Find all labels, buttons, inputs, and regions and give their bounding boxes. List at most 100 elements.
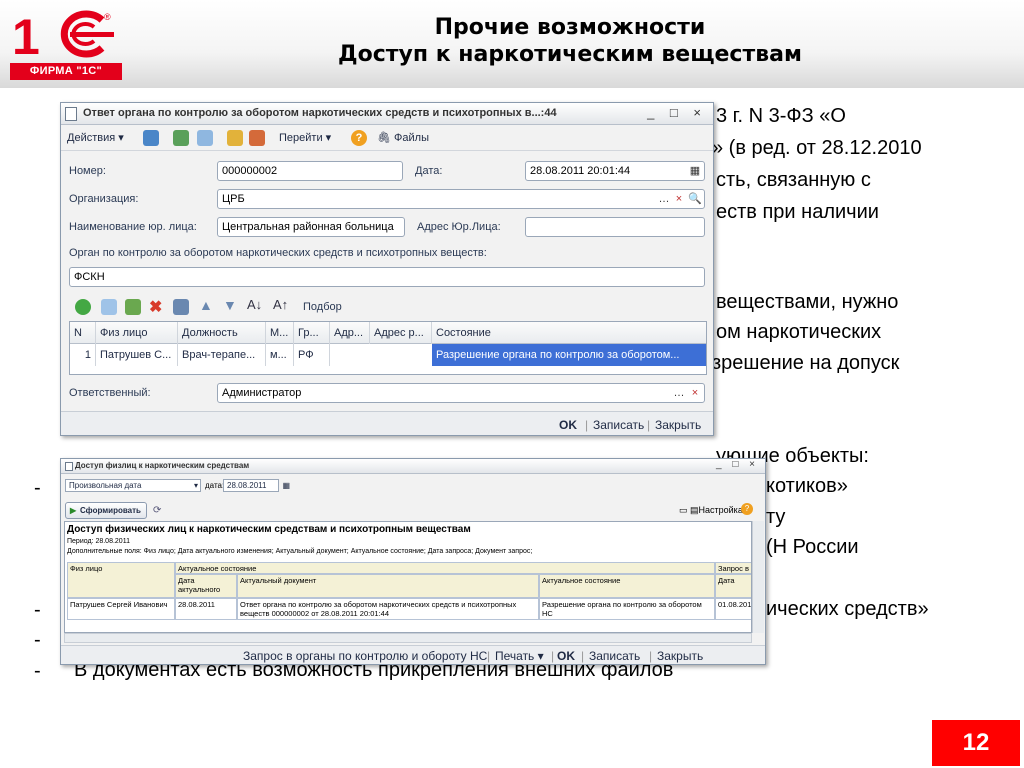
calendar-icon[interactable]: ▦ — [282, 480, 290, 491]
report-header-cell: Запрос в — [715, 562, 751, 574]
select-button[interactable]: Подбор — [303, 301, 342, 313]
play-icon: ▶ — [70, 506, 77, 515]
add-row-icon[interactable] — [75, 299, 91, 315]
report-cell[interactable]: Разрешение органа по контролю за оборото… — [539, 598, 715, 620]
column-header[interactable]: М... — [266, 322, 294, 344]
close-button[interactable]: Закрыть — [655, 418, 701, 432]
bg-text-line: зрешение на допуск — [712, 352, 900, 374]
table-cell[interactable]: Врач-терапе... — [178, 344, 266, 366]
column-header[interactable]: N — [70, 322, 96, 344]
edit-row-icon[interactable] — [125, 299, 141, 315]
horizontal-scrollbar[interactable] — [64, 633, 752, 643]
move-down-icon[interactable]: ▼ — [223, 297, 237, 313]
report-header-cell: Актуальный документ — [237, 574, 539, 598]
save-button[interactable]: Записать — [589, 649, 640, 663]
date-field[interactable]: 28.08.2011 20:01:44 ▦ — [525, 161, 705, 181]
organization-label: Организация: — [69, 193, 139, 205]
based-on-icon[interactable] — [227, 130, 243, 146]
bullet-dash: - — [34, 629, 41, 651]
calendar-icon[interactable]: ▦ — [687, 163, 703, 179]
select-icon[interactable]: … — [671, 385, 687, 401]
report-cell[interactable]: 01.08.2011 — [715, 598, 751, 620]
ok-button[interactable]: OK — [557, 649, 575, 663]
print-menu[interactable]: Печать ▾ — [495, 649, 544, 663]
table-cell[interactable]: 1 — [70, 344, 96, 366]
close-button[interactable]: Закрыть — [657, 649, 703, 663]
bullet-dash: - — [34, 477, 41, 499]
window-title: Ответ органа по контролю за оборотом нар… — [83, 107, 557, 119]
table-cell-selected[interactable]: Разрешение органа по контролю за оборото… — [432, 344, 706, 366]
help-icon[interactable]: ? — [741, 503, 753, 515]
organization-field[interactable]: ЦРБ … × 🔍 — [217, 189, 705, 209]
bg-text-line: 3 г. N 3-ФЗ «О — [716, 105, 846, 127]
legal-address-label: Адрес Юр.Лица: — [417, 221, 501, 233]
footer-separator: | — [551, 649, 555, 663]
number-label: Номер: — [69, 165, 106, 177]
report-icon — [65, 462, 73, 471]
move-up-icon[interactable]: ▲ — [199, 297, 213, 313]
table-cell[interactable]: м... — [266, 344, 294, 366]
column-header[interactable]: Адрес р... — [370, 322, 432, 344]
report-date-field[interactable]: 28.08.2011 ▦ — [223, 479, 290, 492]
bg-text-line: еств при наличии — [716, 201, 879, 223]
refresh-icon[interactable] — [173, 130, 189, 146]
copy-icon[interactable] — [197, 130, 213, 146]
report-cell[interactable]: 28.08.2011 — [175, 598, 237, 620]
sort-asc-icon[interactable]: A↓ — [247, 297, 262, 312]
settings-button[interactable]: ▭ ▤Настройка — [679, 505, 743, 516]
legal-address-field[interactable] — [525, 217, 705, 237]
ok-button[interactable]: OK — [559, 418, 577, 432]
legal-name-field[interactable]: Центральная районная больница — [217, 217, 405, 237]
column-header[interactable]: Должность — [178, 322, 266, 344]
window-titlebar[interactable]: Доступ физлиц к наркотическим средствам … — [61, 459, 765, 474]
chevron-down-icon[interactable]: ▾ — [194, 480, 198, 491]
save-button[interactable]: Записать — [593, 418, 644, 432]
slide-title: Прочие возможности Доступ к наркотически… — [338, 15, 802, 67]
open-icon[interactable]: 🔍 — [687, 191, 703, 207]
actions-menu[interactable]: Действия ▾ — [67, 131, 124, 144]
structure-icon[interactable] — [249, 130, 265, 146]
number-field[interactable]: 000000002 — [217, 161, 403, 181]
clear-icon[interactable]: × — [687, 385, 703, 401]
period-type-select[interactable]: Произвольная дата ▾ — [65, 479, 201, 492]
window-controls[interactable]: _ □ × — [716, 459, 759, 470]
report-header-cell: Физ лицо — [67, 562, 175, 598]
staff-table: N Физ лицо Должность М... Гр... Адр... А… — [69, 321, 707, 375]
report-cell[interactable]: Патрушев Сергей Иванович — [67, 598, 175, 620]
end-edit-icon[interactable] — [173, 299, 189, 315]
column-header[interactable]: Физ лицо — [96, 322, 178, 344]
svg-text:®: ® — [104, 12, 111, 22]
response-document-window: Ответ органа по контролю за оборотом нар… — [60, 102, 714, 436]
bg-text-line: сть, связанную с — [716, 169, 871, 191]
report-header-cell: Актуальное состояние — [539, 574, 715, 598]
sort-desc-icon[interactable]: A↑ — [273, 297, 288, 312]
help-icon[interactable]: ? — [351, 130, 367, 146]
column-header[interactable]: Адр... — [330, 322, 370, 344]
window-titlebar[interactable]: Ответ органа по контролю за оборотом нар… — [61, 103, 713, 125]
document-toolbar: Действия ▾ Перейти ▾ ? 🖇 Файлы — [61, 125, 713, 151]
clear-icon[interactable]: × — [671, 191, 687, 207]
report-date-label: дата: — [205, 481, 225, 490]
delete-row-icon[interactable]: ✖ — [149, 297, 162, 317]
bullet-dash: - — [34, 599, 41, 621]
goto-menu[interactable]: Перейти ▾ — [279, 131, 331, 144]
column-header[interactable]: Состояние — [432, 322, 706, 344]
copy-row-icon[interactable] — [101, 299, 117, 315]
bg-text-line: ом наркотических — [716, 321, 882, 343]
table-cell[interactable]: Патрушев С... — [96, 344, 178, 366]
files-button[interactable]: 🖇 Файлы — [377, 131, 429, 144]
table-cell[interactable]: РФ — [294, 344, 330, 366]
vertical-scrollbar[interactable] — [752, 521, 764, 633]
report-extra-fields: Дополнительные поля: Физ лицо; Дата акту… — [67, 548, 533, 555]
select-icon[interactable]: … — [656, 191, 672, 207]
window-controls[interactable]: _ □ × — [647, 105, 707, 120]
generate-button[interactable]: ▶ Сформировать — [65, 502, 147, 519]
column-header[interactable]: Гр... — [294, 322, 330, 344]
authority-field[interactable]: ФСКН — [69, 267, 705, 287]
responsible-field[interactable]: Администратор … × — [217, 383, 705, 403]
date-label: Дата: — [415, 165, 443, 177]
request-button[interactable]: Запрос в органы по контролю и обороту НС — [243, 649, 487, 663]
report-cell[interactable]: Ответ органа по контролю за оборотом нар… — [237, 598, 539, 620]
post-icon[interactable] — [143, 130, 159, 146]
refresh-icon[interactable]: ⟳ — [153, 505, 161, 516]
